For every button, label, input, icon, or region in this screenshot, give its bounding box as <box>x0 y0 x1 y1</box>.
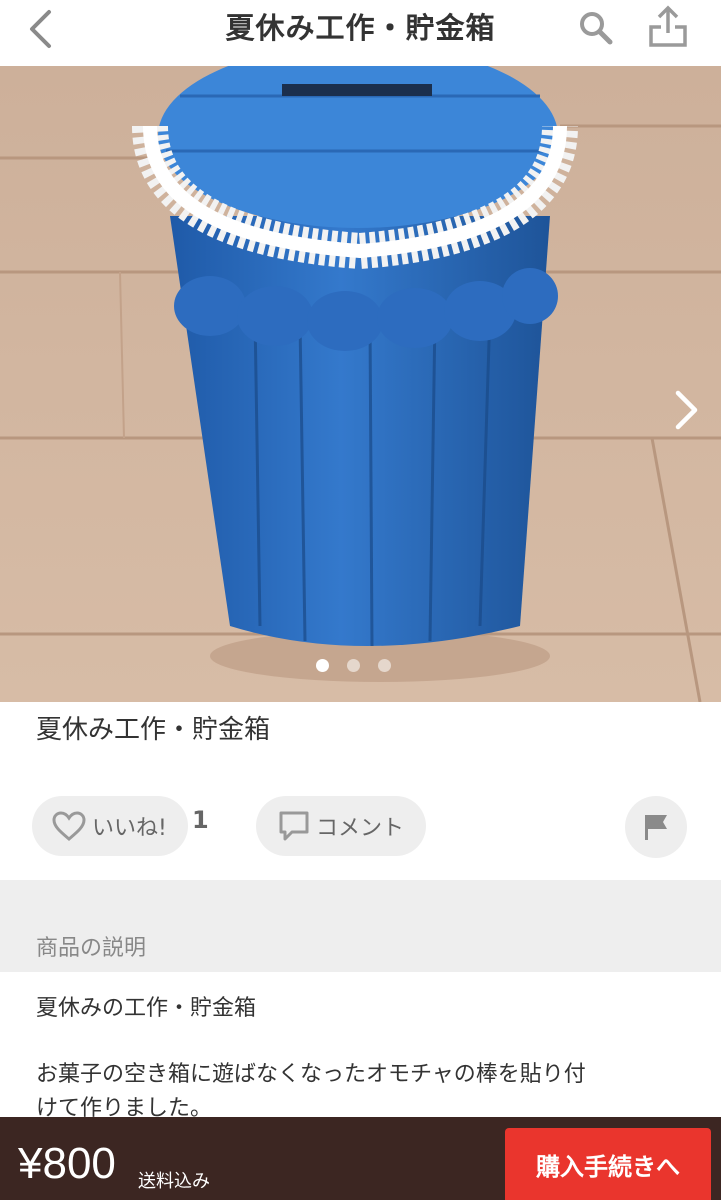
comment-label: コメント <box>316 816 405 841</box>
description-line: お菓子の空き箱に遊ばなくなったオモチャの棒を貼り付 <box>36 1062 586 1087</box>
price: ¥800 <box>18 1139 116 1188</box>
carousel-dot-2[interactable] <box>347 659 360 672</box>
chevron-left-icon <box>30 10 51 48</box>
search-icon <box>580 12 613 45</box>
item-title: 夏休み工作・貯金箱 <box>36 715 271 745</box>
report-button[interactable] <box>625 796 687 858</box>
header-bar: 夏休み工作・貯金箱 <box>0 0 721 60</box>
share-icon <box>649 5 687 47</box>
description-line: 夏休みの工作・貯金箱 <box>36 996 257 1021</box>
share-button[interactable] <box>644 2 692 50</box>
chevron-right-icon <box>675 390 698 430</box>
like-button[interactable]: いいね! <box>32 796 188 856</box>
shipping-note: 送料込み <box>138 1171 210 1192</box>
comment-button[interactable]: コメント <box>256 796 426 856</box>
search-button[interactable] <box>574 6 618 50</box>
description-section-label: 商品の説明 <box>36 936 147 961</box>
like-count: 1 <box>192 806 209 834</box>
comment-icon <box>279 811 309 841</box>
product-detail-page: 夏休み工作・貯金箱 夏休み工作・貯金箱 いいね! 1 コメント 商品の説明 夏休… <box>0 0 721 1200</box>
like-label: いいね! <box>92 816 167 841</box>
product-photo-carousel[interactable] <box>0 66 721 702</box>
carousel-indicator <box>316 659 391 677</box>
back-button[interactable] <box>20 6 60 52</box>
carousel-dot-1[interactable] <box>316 659 329 672</box>
buy-button[interactable]: 購入手続きへ <box>505 1128 711 1200</box>
product-photo <box>0 66 721 702</box>
flag-icon <box>645 815 667 840</box>
heart-icon <box>52 811 86 841</box>
next-photo-button[interactable] <box>664 382 710 438</box>
carousel-dot-3[interactable] <box>378 659 391 672</box>
